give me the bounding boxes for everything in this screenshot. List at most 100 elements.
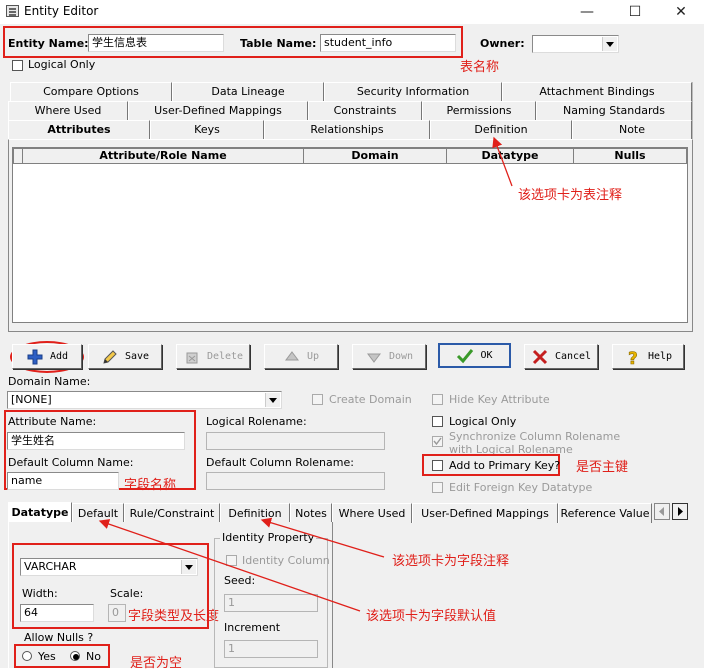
ok-button[interactable]: OK [438,343,511,368]
identity-property-title: Identity Property [220,531,317,544]
owner-dropdown[interactable] [532,35,619,53]
logical-only-header-label: Logical Only [28,58,96,71]
width-field[interactable]: 64 [20,604,94,622]
svg-text:?: ? [628,349,638,366]
minimize-button[interactable]: — [572,2,602,22]
logical-rolename-field[interactable] [206,432,385,450]
move-down-button-label: Down [388,351,414,362]
allow-nulls-no-label: No [86,650,101,663]
ok-button-label: OK [480,350,493,361]
close-button[interactable]: ✕ [666,2,696,22]
sync-rolename-checkbox[interactable] [432,436,443,447]
tab-naming-standards[interactable]: Naming Standards [536,101,692,120]
identity-column-checkbox[interactable] [226,555,237,566]
owner-label: Owner: [480,37,525,50]
tab-keys[interactable]: Keys [150,120,264,139]
identity-column-label: Identity Column [242,554,330,567]
chevron-down-icon [265,393,280,407]
check-icon [433,437,442,446]
checkmark-icon [457,348,474,363]
default-column-rolename-label: Default Column Rolename: [206,456,354,469]
grid-header-attribute[interactable]: Attribute/Role Name [22,148,304,164]
hide-key-attribute-checkbox[interactable] [432,394,443,405]
subtab-definition[interactable]: Definition [220,503,290,523]
edit-fk-datatype-checkbox[interactable] [432,482,443,493]
tab-attributes[interactable]: Attributes [8,120,150,139]
create-domain-checkbox[interactable] [312,394,323,405]
tab-data-lineage[interactable]: Data Lineage [172,82,324,101]
tab-attachment-bindings[interactable]: Attachment Bindings [502,82,692,101]
add-button-label: Add [49,351,69,362]
default-column-rolename-field[interactable] [206,472,385,490]
grid-header-nulls[interactable]: Nulls [573,148,687,164]
width-label: Width: [22,587,58,600]
tab-user-defined-mappings[interactable]: User-Defined Mappings [128,101,308,120]
pencil-icon [103,349,117,364]
cancel-button-label: Cancel [554,351,592,362]
tab-where-used[interactable]: Where Used [8,101,128,120]
cancel-button[interactable]: Cancel [524,344,598,369]
attributes-grid[interactable] [12,147,688,323]
move-up-button[interactable]: Up [264,344,338,369]
logical-only-label: Logical Only [449,415,517,428]
tab-relationships[interactable]: Relationships [264,120,430,139]
subtab-default[interactable]: Default [72,503,124,523]
add-to-primary-key-label: Add to Primary Key? [449,459,561,472]
attribute-name-label: Attribute Name: [8,415,97,428]
subtab-reference-value[interactable]: Reference Value [558,503,652,523]
logical-only-header-checkbox[interactable] [12,60,23,71]
allow-nulls-yes-radio[interactable] [22,651,32,661]
seed-field[interactable]: 1 [224,594,318,612]
save-button[interactable]: Save [88,344,162,369]
add-to-primary-key-checkbox[interactable] [432,460,443,471]
allow-nulls-no-radio[interactable] [70,651,80,661]
tab-note[interactable]: Note [572,120,692,139]
tab-compare-options[interactable]: Compare Options [10,82,172,101]
grid-header-domain[interactable]: Domain [303,148,447,164]
annotation-table-name: 表名称 [460,60,500,75]
title-bar: Entity Editor — ☐ ✕ [0,0,704,24]
attribute-name-field[interactable]: 学生姓名 [7,432,185,450]
delete-button[interactable]: Delete [176,344,250,369]
subtab-rule-constraint[interactable]: Rule/Constraint [124,503,220,523]
domain-value: [NONE] [11,393,52,406]
grid-header-datatype[interactable]: Datatype [446,148,574,164]
annotation-primary-key: 是否主键 [576,460,629,475]
domain-dropdown[interactable]: [NONE] [7,391,282,409]
subtab-scroll-left[interactable] [654,503,670,520]
create-domain-label: Create Domain [329,393,412,406]
delete-button-label: Delete [206,351,244,362]
help-button[interactable]: ? Help [612,344,684,369]
domain-name-label: Domain Name: [8,375,91,388]
annotation-field-comment: 该选项卡为字段注释 [392,554,510,569]
subtab-scroll-right[interactable] [672,503,688,520]
maximize-button[interactable]: ☐ [620,2,650,22]
save-button-label: Save [124,351,150,362]
tab-constraints[interactable]: Constraints [308,101,422,120]
subtab-notes[interactable]: Notes [290,503,332,523]
add-button[interactable]: Add [12,344,82,369]
annotation-table-comment: 该选项卡为表注释 [518,188,623,203]
increment-field[interactable]: 1 [224,640,318,658]
subtab-user-defined-mappings[interactable]: User-Defined Mappings [412,503,558,523]
arrow-up-icon [284,350,299,360]
seed-label: Seed: [224,574,256,587]
logical-only-checkbox[interactable] [432,416,443,427]
default-column-name-field[interactable]: name [7,472,119,490]
tab-definition[interactable]: Definition [430,120,572,139]
annotation-nullable: 是否为空 [130,656,183,671]
help-button-label: Help [647,351,673,362]
tab-permissions[interactable]: Permissions [422,101,536,120]
logical-rolename-label: Logical Rolename: [206,415,307,428]
scale-label: Scale: [110,587,144,600]
datatype-dropdown[interactable]: VARCHAR [20,558,198,576]
subtab-datatype[interactable]: Datatype [8,502,72,522]
allow-nulls-label: Allow Nulls ? [24,631,94,644]
move-down-button[interactable]: Down [352,344,426,369]
scale-field[interactable]: 0 [108,604,126,622]
delete-icon [186,352,198,363]
subtab-where-used[interactable]: Where Used [332,503,412,523]
scroll-left-icon [659,507,664,516]
tab-security-information[interactable]: Security Information [324,82,502,101]
chevron-down-icon [602,37,617,51]
